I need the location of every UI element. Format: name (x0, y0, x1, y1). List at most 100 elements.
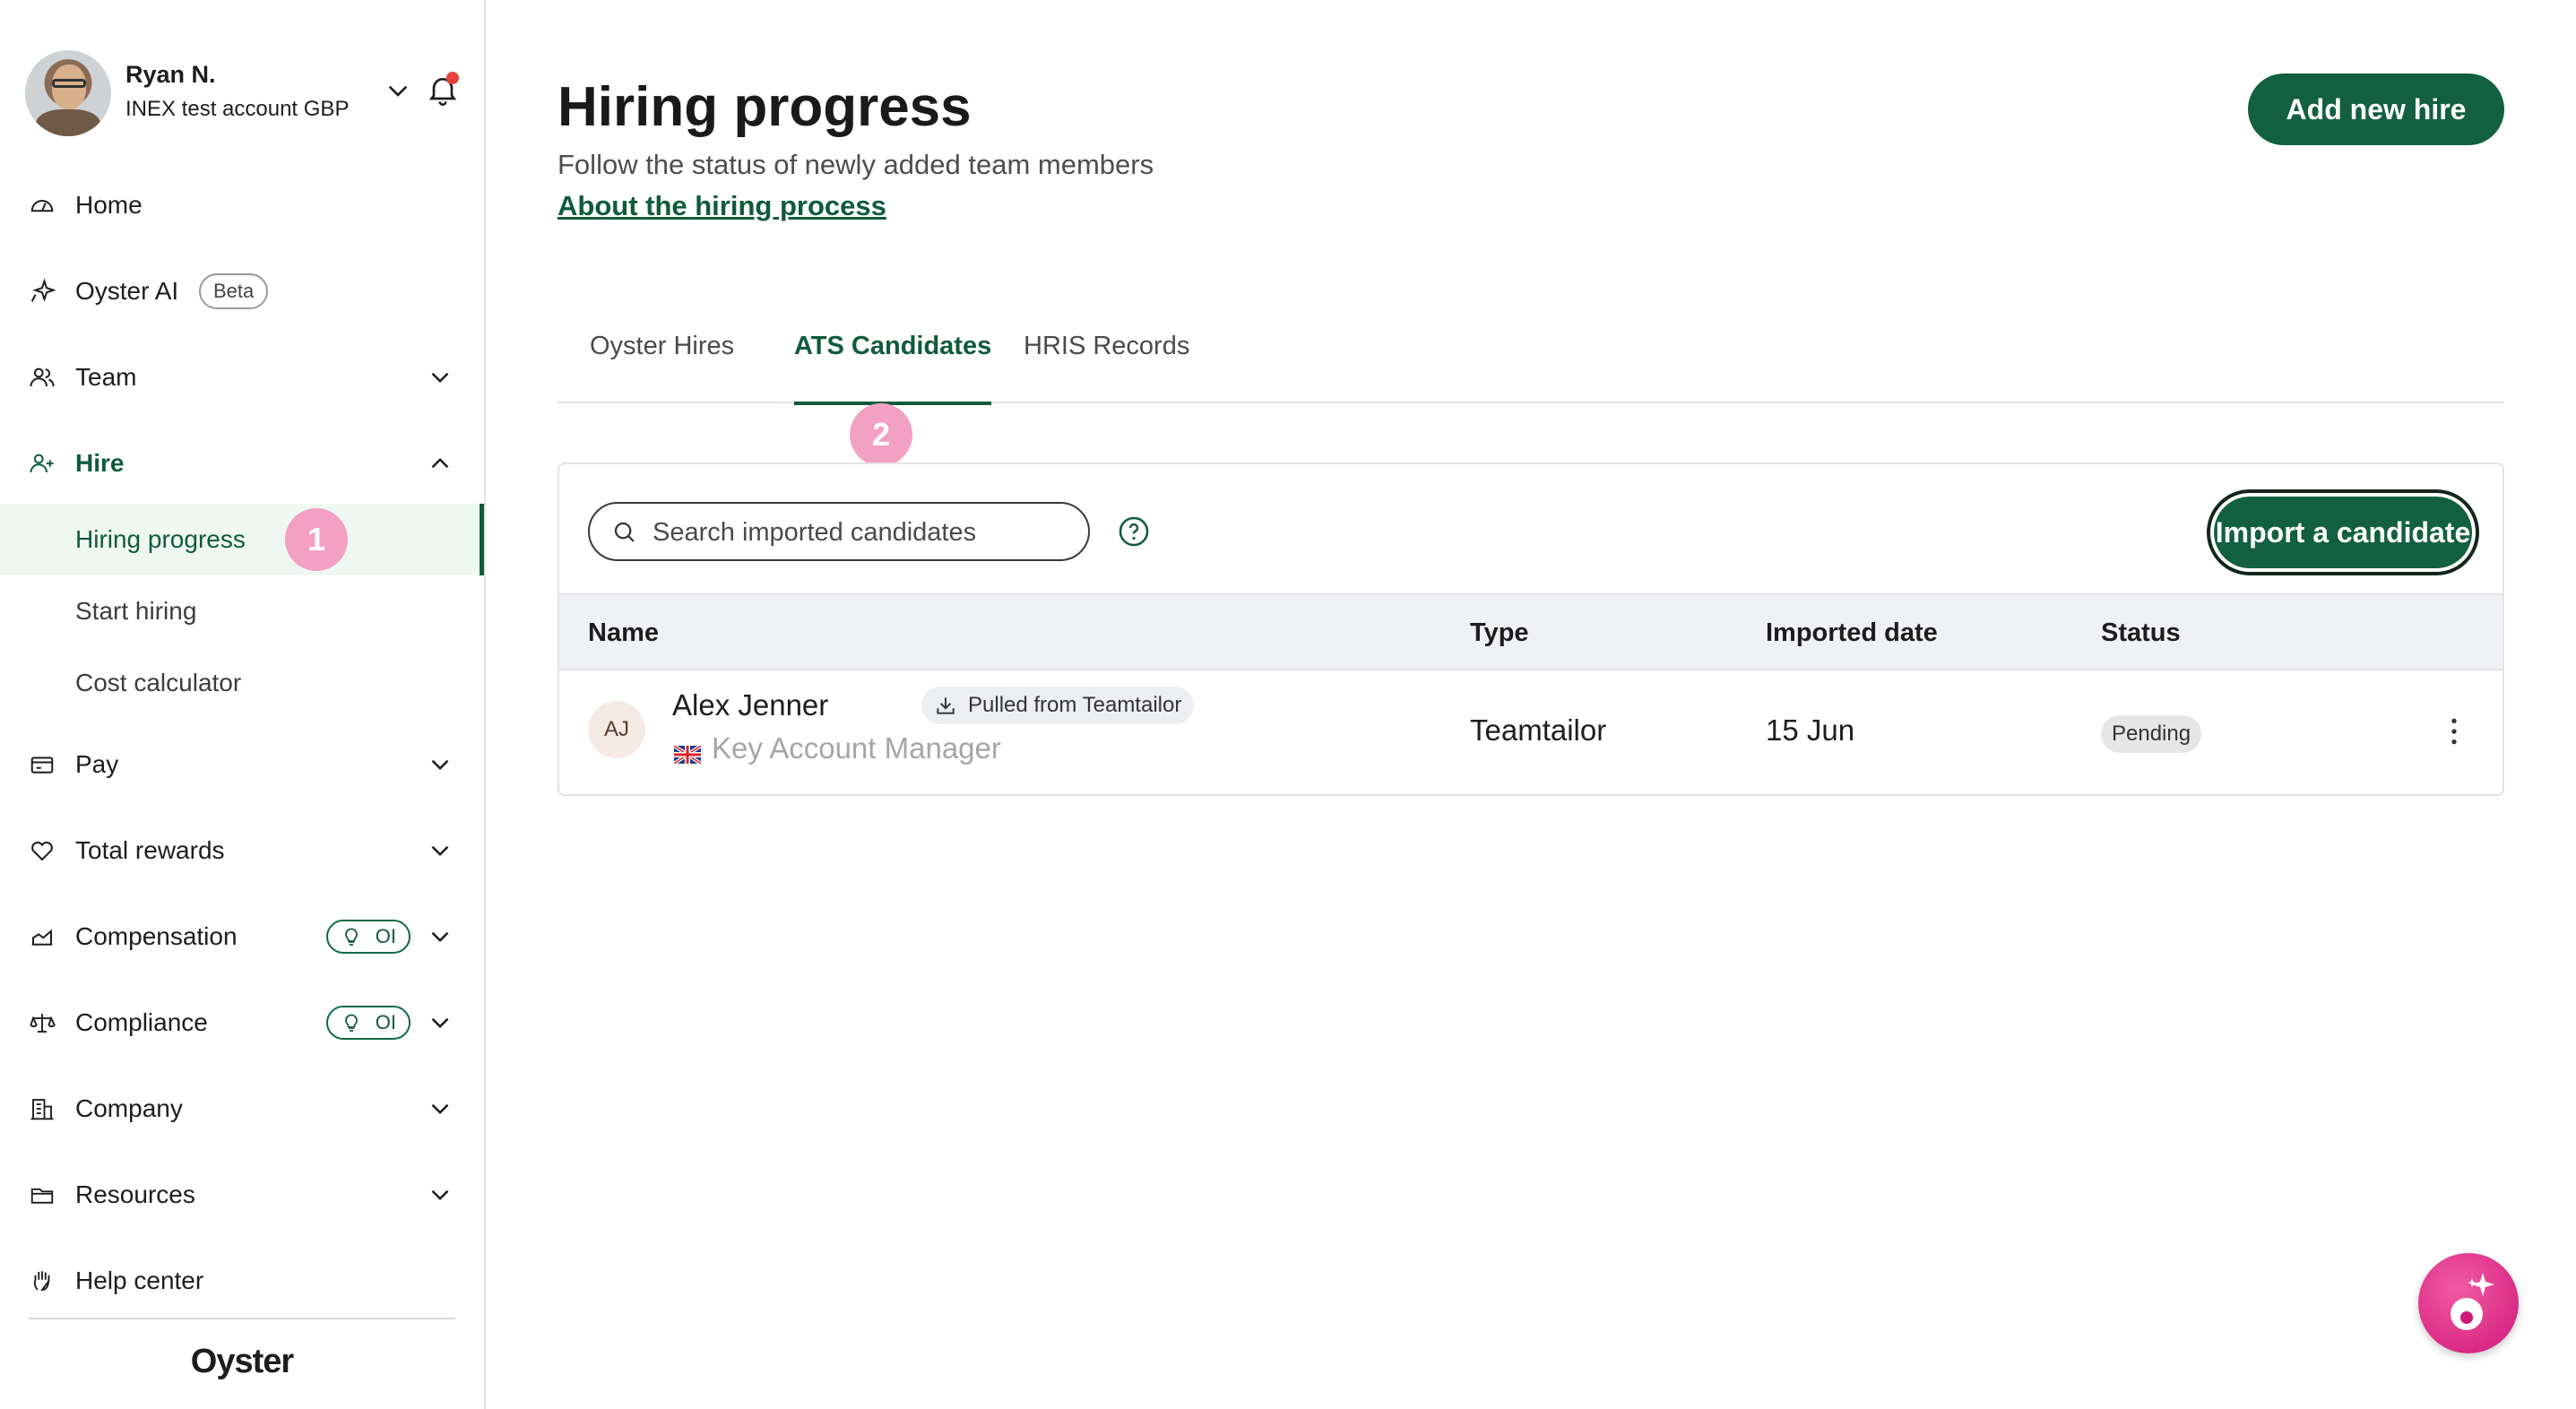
sidebar-item-label: Pay (75, 750, 119, 778)
avatar[interactable] (25, 50, 111, 136)
sidebar-item-label: Team (75, 363, 137, 391)
building-icon (27, 1093, 57, 1124)
about-hiring-process-link[interactable]: About the hiring process (558, 190, 886, 222)
lightbulb-icon (345, 1014, 358, 1032)
sidebar-item-label: Compliance (75, 1008, 208, 1036)
folder-icon (27, 1180, 57, 1210)
column-header-type[interactable]: Type (1470, 618, 1529, 648)
profile-switcher[interactable]: Ryan N. INEX test account GBP (25, 50, 464, 136)
sidebar-item-hire[interactable]: Hire (0, 434, 484, 493)
sparkle-icon (27, 276, 57, 307)
chevron-down-icon[interactable] (425, 835, 455, 866)
sidebar-item-label: Compensation (75, 922, 238, 950)
sidebar-item-total-rewards[interactable]: Total rewards (0, 821, 484, 880)
sidebar-item-compensation[interactable]: Compensation OI (0, 907, 484, 966)
tab-hris-records[interactable]: HRIS Records (1024, 326, 1189, 403)
oi-badge: OI (326, 920, 411, 954)
sidebar-item-label: Help center (75, 1266, 204, 1294)
sidebar-item-label: Company (75, 1094, 183, 1122)
search-field[interactable] (588, 502, 1090, 561)
sidebar-item-label: Resources (75, 1180, 195, 1208)
table-header: Name Type Imported date Status (559, 593, 2503, 670)
beta-badge: Beta (199, 273, 269, 309)
sidebar-divider (29, 1318, 455, 1319)
sidebar-subitem-hiring-progress[interactable]: Hiring progress 1 (0, 504, 484, 575)
ai-assistant-button[interactable] (2418, 1253, 2519, 1353)
add-person-icon (27, 448, 57, 479)
column-header-name[interactable]: Name (588, 618, 659, 648)
step-marker-2: 2 (850, 403, 912, 466)
oi-badge-label: OI (375, 1011, 396, 1033)
oi-badge-label: OI (375, 925, 396, 947)
chevron-down-icon[interactable] (425, 749, 455, 780)
column-header-imported-date[interactable]: Imported date (1766, 618, 1938, 648)
sidebar-item-help-center[interactable]: Help center (0, 1251, 484, 1310)
profile-name: Ryan N. (125, 61, 216, 88)
step-marker-1: 1 (285, 508, 348, 571)
table-row[interactable]: AJ Alex Jenner Pulled from Teamtailor Ke… (559, 670, 2503, 794)
heart-icon (27, 835, 57, 866)
help-icon[interactable] (1117, 514, 1151, 549)
sidebar-subitem-start-hiring[interactable]: Start hiring (0, 575, 484, 647)
candidate-type: Teamtailor (1470, 713, 1607, 747)
candidate-imported-date: 15 Jun (1766, 713, 1855, 747)
candidates-card: Import a candidate Name Type Imported da… (558, 462, 2504, 796)
chevron-up-icon[interactable] (425, 448, 455, 479)
notification-dot (446, 72, 459, 84)
sidebar-subitem-label: Start hiring (75, 597, 197, 625)
search-input[interactable] (653, 514, 1074, 550)
sidebar-item-home[interactable]: Home (0, 176, 484, 235)
download-icon (937, 697, 955, 714)
source-badge: Pulled from Teamtailor (921, 687, 1195, 724)
sidebar-item-compliance[interactable]: Compliance OI (0, 993, 484, 1052)
sidebar-item-oyster-ai[interactable]: Oyster AI Beta (0, 262, 484, 321)
add-new-hire-button[interactable]: Add new hire (2248, 73, 2504, 145)
import-candidate-button[interactable]: Import a candidate (2207, 489, 2479, 575)
tab-ats-candidates[interactable]: ATS Candidates (794, 326, 992, 405)
sidebar-item-team[interactable]: Team (0, 348, 484, 407)
source-badge-label: Pulled from Teamtailor (968, 693, 1182, 717)
chevron-down-icon[interactable] (384, 77, 412, 106)
candidate-role: Key Account Manager (712, 731, 1001, 765)
chevron-down-icon[interactable] (425, 1093, 455, 1124)
column-header-status[interactable]: Status (2101, 618, 2181, 648)
profile-account: INEX test account GBP (125, 97, 350, 121)
hand-icon (27, 1266, 57, 1296)
sidebar-item-label: Total rewards (75, 836, 225, 864)
chevron-down-icon[interactable] (425, 1180, 455, 1210)
sidebar: Ryan N. INEX test account GBP Home Oyste… (0, 0, 486, 1409)
scale-icon (27, 1007, 57, 1038)
sidebar-subitem-label: Cost calculator (75, 669, 242, 696)
sidebar-subitem-cost-calculator[interactable]: Cost calculator (0, 647, 484, 719)
wallet-icon (27, 749, 57, 780)
app-window: Ryan N. INEX test account GBP Home Oyste… (0, 0, 2576, 1409)
tabs-bar: Oyster Hires ATS Candidates HRIS Records (558, 326, 2504, 405)
candidate-avatar: AJ (588, 701, 645, 758)
sidebar-item-label: Home (75, 191, 143, 219)
main-content: Hiring progress Follow the status of new… (488, 0, 2576, 1409)
page-title: Hiring progress (558, 76, 972, 138)
sidebar-item-resources[interactable]: Resources (0, 1165, 484, 1224)
tab-oyster-hires[interactable]: Oyster Hires (590, 326, 734, 403)
sidebar-subitem-label: Hiring progress (75, 525, 246, 553)
chevron-down-icon[interactable] (425, 362, 455, 393)
search-icon (614, 522, 635, 542)
team-icon (27, 362, 57, 393)
sidebar-item-company[interactable]: Company (0, 1079, 484, 1138)
chevron-down-icon[interactable] (425, 921, 455, 952)
more-options-icon[interactable] (2436, 712, 2472, 751)
page-subtitle: Follow the status of newly added team me… (558, 149, 1154, 180)
sidebar-item-pay[interactable]: Pay (0, 735, 484, 794)
import-candidate-label: Import a candidate (2214, 497, 2472, 568)
sidebar-item-label: Oyster AI (75, 277, 179, 305)
chevron-down-icon[interactable] (425, 1007, 455, 1038)
status-badge: Pending (2101, 715, 2202, 753)
ai-sparkle-icon (2451, 1273, 2494, 1330)
home-gauge-icon (27, 190, 57, 220)
uk-flag-icon (674, 746, 701, 764)
compensation-icon (27, 921, 57, 952)
candidate-name[interactable]: Alex Jenner (672, 688, 828, 722)
lightbulb-icon (345, 928, 358, 946)
oi-badge: OI (326, 1006, 411, 1040)
oyster-logo[interactable]: Oyster (0, 1343, 484, 1381)
